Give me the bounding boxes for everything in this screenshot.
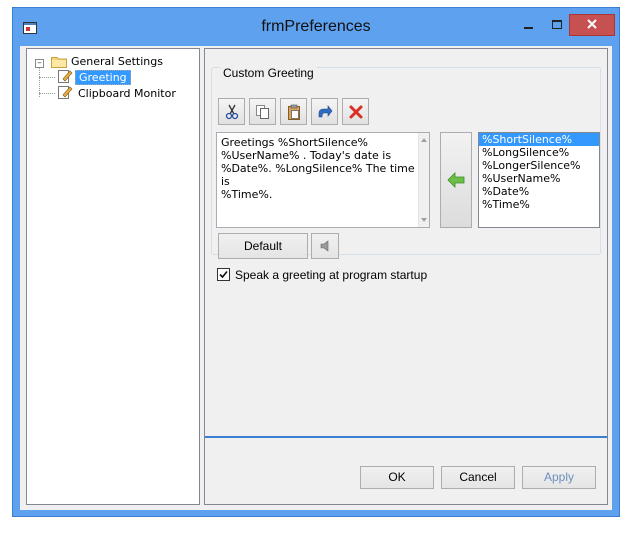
footer-divider: [205, 436, 607, 438]
maximize-button[interactable]: [543, 14, 571, 36]
tree-node-greeting[interactable]: Greeting: [75, 70, 131, 86]
variable-item[interactable]: %UserName%: [479, 172, 599, 185]
window-client-area: – General Settings Greeting Clipboard Mo…: [20, 46, 612, 510]
settings-pane: Custom Greeting Greetings %ShortSilence%…: [204, 48, 608, 505]
preferences-window: frmPreferences – General Settings Greeti…: [12, 7, 620, 517]
tree-line: [39, 93, 55, 94]
tree-node-general-settings[interactable]: General Settings: [71, 54, 163, 70]
variable-item[interactable]: %LongSilence%: [479, 146, 599, 159]
note-pencil-icon: [58, 70, 73, 83]
greeting-text: Greetings %ShortSilence% %UserName% . To…: [221, 136, 417, 201]
greeting-text-line: %Time%.: [221, 188, 273, 201]
startup-greeting-label: Speak a greeting at program startup: [235, 268, 428, 282]
collapse-icon[interactable]: –: [35, 59, 44, 68]
tree-line: [39, 77, 55, 78]
insert-variable-button[interactable]: [440, 132, 472, 228]
cancel-button[interactable]: Cancel: [441, 466, 515, 489]
tree-node-label: Clipboard Monitor: [78, 87, 176, 100]
scroll-up-icon: [421, 138, 427, 142]
tree-node-label: Greeting: [75, 70, 131, 85]
undo-button[interactable]: [311, 98, 338, 125]
minimize-button[interactable]: [515, 14, 543, 36]
greeting-text-area[interactable]: Greetings %ShortSilence% %UserName% . To…: [216, 132, 430, 228]
speak-preview-button[interactable]: [311, 233, 339, 259]
paste-button[interactable]: [280, 98, 307, 125]
greeting-text-line: %UserName% . Today's date is: [221, 149, 392, 162]
variable-item[interactable]: %ShortSilence%: [479, 133, 599, 146]
variable-item[interactable]: %Time%: [479, 198, 599, 211]
default-button[interactable]: Default: [218, 233, 308, 259]
tree-node-label: General Settings: [71, 55, 163, 68]
tree-node-clipboard-monitor[interactable]: Clipboard Monitor: [78, 86, 176, 102]
copy-icon: [255, 104, 269, 119]
text-area-scrollbar[interactable]: [418, 133, 429, 227]
greeting-text-line: Greetings %ShortSilence%: [221, 136, 368, 149]
maximize-icon: [552, 20, 562, 29]
cut-icon: [225, 104, 238, 119]
title-bar[interactable]: frmPreferences: [13, 8, 619, 46]
checkmark-icon: [219, 271, 228, 279]
greeting-text-line: %Date%. %LongSilence% The time is: [221, 162, 415, 188]
close-icon: [587, 19, 597, 29]
folder-icon: [51, 57, 67, 68]
variable-item[interactable]: %Date%: [479, 185, 599, 198]
close-button[interactable]: [569, 14, 615, 36]
delete-icon: [349, 105, 362, 118]
startup-greeting-option[interactable]: Speak a greeting at program startup: [217, 267, 427, 283]
cut-button[interactable]: [218, 98, 245, 125]
settings-tree[interactable]: – General Settings Greeting Clipboard Mo…: [26, 48, 200, 505]
variables-list[interactable]: %ShortSilence% %LongSilence% %LongerSile…: [478, 132, 600, 228]
ok-button[interactable]: OK: [360, 466, 434, 489]
undo-icon: [318, 104, 332, 117]
note-pencil-icon: [58, 86, 73, 99]
minimize-icon: [524, 27, 533, 29]
arrow-left-icon: [447, 172, 465, 188]
startup-greeting-checkbox[interactable]: [217, 268, 230, 282]
delete-button[interactable]: [342, 98, 369, 125]
speaker-icon: [320, 240, 329, 252]
variable-item[interactable]: %LongerSilence%: [479, 159, 599, 172]
apply-button[interactable]: Apply: [522, 466, 596, 489]
custom-greeting-group: Custom Greeting Greetings %ShortSilence%…: [211, 66, 601, 259]
copy-button[interactable]: [249, 98, 276, 125]
paste-icon: [287, 104, 300, 120]
scroll-down-icon: [421, 218, 427, 222]
group-title: Custom Greeting: [220, 66, 317, 80]
